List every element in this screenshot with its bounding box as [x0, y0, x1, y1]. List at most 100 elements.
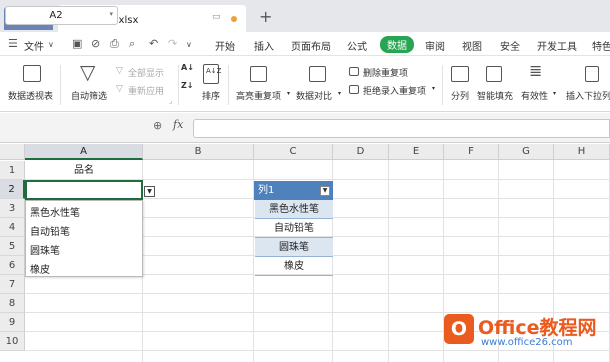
undo-icon[interactable]: ↶ [149, 37, 158, 50]
column-header-a[interactable]: A [25, 144, 143, 160]
pivot-table-icon [23, 65, 41, 82]
text-to-columns-icon [451, 66, 469, 82]
tab-developer[interactable]: 开发工具 [537, 38, 577, 53]
save-icon[interactable]: ▣ [72, 37, 82, 50]
remove-duplicates-icon [349, 67, 359, 76]
reapply-icon: ▽ [116, 84, 123, 94]
dropdown-option[interactable]: 黑色水性笔 [30, 204, 80, 219]
dropdown-option[interactable]: 自动铅笔 [30, 223, 70, 238]
format-painter-icon[interactable]: ⊘ [91, 37, 100, 50]
hamburger-menu-icon[interactable]: ☰ [8, 37, 18, 50]
dialog-launcher-icon[interactable]: ⌟ [169, 97, 172, 105]
data-validation-icon: ≣ [529, 61, 543, 80]
column-header-b[interactable]: B [143, 144, 254, 160]
highlight-duplicates-icon [250, 66, 267, 82]
tab-formulas[interactable]: 公式 [347, 38, 367, 53]
customize-chevron-icon[interactable]: ∨ [186, 40, 192, 49]
table-row[interactable]: 橡皮 [255, 257, 333, 276]
print-icon[interactable]: ⎙ [110, 37, 119, 51]
name-box[interactable]: A2 ▾ [5, 6, 118, 25]
ribbon-divider [60, 65, 61, 105]
column-header-c[interactable]: C [254, 144, 333, 160]
gridline [25, 293, 610, 294]
tab-start[interactable]: 开始 [215, 38, 235, 53]
row-header-2[interactable]: 2 [0, 180, 25, 199]
tab-insert[interactable]: 插入 [254, 38, 274, 53]
sort-icon-text: A↓Z [206, 67, 222, 75]
row-header-8[interactable]: 8 [0, 294, 25, 313]
column-header-f[interactable]: F [444, 144, 499, 160]
reject-duplicates-icon [349, 85, 359, 94]
chevron-down-icon: ▾ [338, 90, 342, 97]
ribbon: 数据透视表 ▽ 自动筛选 ▽ 全部显示 ▽ 重新应用 ⌟ A↓ Z↓ A↓Z 排… [0, 57, 610, 112]
tab-page-layout[interactable]: 页面布局 [291, 38, 331, 53]
redo-icon[interactable]: ↷ [168, 37, 177, 50]
pivot-table-label: 数据透视表 [8, 92, 54, 102]
auto-filter-label: 自动筛选 [71, 92, 108, 102]
ribbon-divider [178, 65, 179, 105]
table-filter-arrow-button[interactable]: ▼ [320, 186, 330, 196]
reject-duplicates-label: 拒绝录入重复项 [363, 87, 427, 97]
watermark-title: Office教程网 [478, 317, 597, 339]
file-menu[interactable]: 文件 [24, 38, 44, 53]
print-preview-icon[interactable]: ⌕ [129, 37, 135, 51]
data-compare-icon [309, 66, 326, 82]
flash-fill-icon [486, 66, 502, 82]
select-all-corner[interactable] [0, 144, 25, 160]
dropdown-list: 黑色水性笔 自动铅笔 圆珠笔 橡皮 [25, 200, 143, 277]
data-compare-label: 数据对比 [296, 92, 333, 102]
insert-dropdown-icon [585, 66, 599, 82]
formula-input[interactable] [193, 119, 610, 138]
row-header-5[interactable]: 5 [0, 237, 25, 256]
table-row[interactable]: 圆珠笔 [255, 238, 333, 257]
row-header-3[interactable]: 3 [0, 199, 25, 218]
row-header-4[interactable]: 4 [0, 218, 25, 237]
monitor-icon[interactable]: ▭ [212, 12, 221, 22]
tab-features[interactable]: 特色 [592, 38, 610, 53]
sort-label: 排序 [202, 92, 221, 102]
table-row[interactable]: 黑色水性笔 [255, 200, 333, 219]
unsaved-dot-icon [231, 16, 237, 22]
zoom-search-icon[interactable]: ⊕ [153, 119, 162, 132]
cell-a1[interactable]: 品名 [25, 161, 143, 180]
ribbon-divider [228, 65, 229, 105]
insert-dropdown-label: 插入下拉列 [566, 92, 610, 102]
chevron-down-icon: ▾ [287, 90, 291, 97]
insert-function-icon[interactable]: fx [173, 118, 183, 131]
row-header-9[interactable]: 9 [0, 313, 25, 332]
ribbon-divider [442, 65, 443, 105]
data-validation-label: 有效性 [521, 92, 549, 102]
tab-view[interactable]: 视图 [462, 38, 482, 53]
chevron-down-icon[interactable]: ∨ [48, 40, 54, 49]
watermark-url: www.office26.com [481, 337, 573, 348]
column-header-h[interactable]: H [554, 144, 610, 160]
dropdown-option[interactable]: 圆珠笔 [30, 242, 60, 257]
column-header-g[interactable]: G [499, 144, 554, 160]
tab-security[interactable]: 安全 [500, 38, 520, 53]
row-header-1[interactable]: 1 [0, 161, 25, 180]
remove-duplicates-label: 删除重复项 [363, 69, 409, 79]
row-header-6[interactable]: 6 [0, 256, 25, 275]
new-tab-button[interactable]: + [259, 7, 272, 26]
dropdown-arrow-button[interactable]: ▼ [144, 186, 155, 197]
name-box-value: A2 [49, 10, 63, 21]
show-all-icon: ▽ [116, 66, 123, 76]
column-header-d[interactable]: D [333, 144, 389, 160]
dropdown-option[interactable]: 橡皮 [30, 261, 50, 276]
show-all-label: 全部显示 [128, 69, 165, 79]
chevron-down-icon[interactable]: ▾ [109, 10, 113, 18]
reapply-label: 重新应用 [128, 87, 165, 97]
tab-review[interactable]: 审阅 [425, 38, 445, 53]
row-header-7[interactable]: 7 [0, 275, 25, 294]
row-header-10[interactable]: 10 [0, 332, 25, 351]
sort-desc-icon[interactable]: Z↓ [181, 81, 194, 90]
filter-icon: ▽ [80, 60, 96, 84]
sort-asc-icon[interactable]: A↓ [181, 63, 194, 72]
column-header-e[interactable]: E [389, 144, 444, 160]
table-row[interactable]: 自动铅笔 [255, 219, 333, 238]
gridline [25, 350, 610, 351]
tab-data[interactable]: 数据 [380, 36, 414, 53]
active-cell-a2[interactable] [25, 180, 143, 200]
text-to-columns-label: 分列 [451, 92, 470, 102]
highlight-duplicates-label: 高亮重复项 [236, 92, 282, 102]
